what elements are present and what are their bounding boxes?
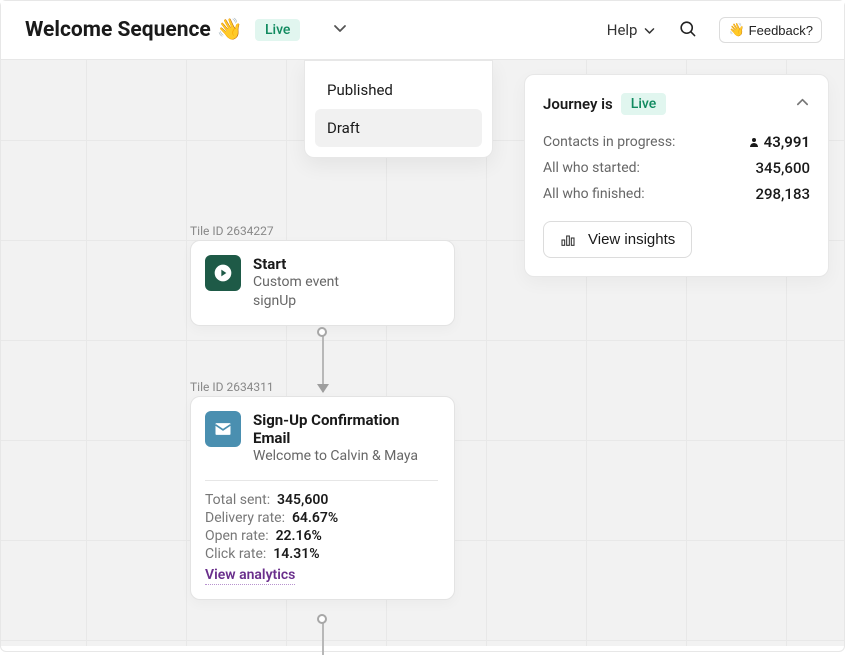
tile-email-title: Sign-Up Confirmation Email	[253, 411, 438, 447]
total-sent-value: 345,600	[277, 492, 328, 508]
click-value: 14.31%	[273, 546, 319, 562]
connector-dot	[317, 614, 327, 624]
tile-start-event: signUp	[253, 292, 339, 311]
search-icon[interactable]	[678, 19, 697, 42]
click-label: Click rate:	[205, 546, 266, 562]
open-label: Open rate:	[205, 528, 269, 544]
connector-line	[322, 615, 324, 655]
feedback-label: Feedback?	[749, 23, 813, 38]
divider	[205, 480, 438, 481]
wave-emoji: 👋	[728, 22, 744, 38]
contacts-label: Contacts in progress:	[543, 134, 675, 150]
journey-header: Journey is Live	[543, 93, 810, 115]
tile-start-subtitle: Custom event	[253, 273, 339, 292]
view-insights-button[interactable]: View insights	[543, 221, 692, 258]
tile-start[interactable]: Start Custom event signUp	[190, 240, 455, 326]
total-sent-label: Total sent:	[205, 492, 270, 508]
chevron-down-icon	[643, 24, 656, 37]
bar-chart-icon	[560, 232, 576, 248]
wave-emoji: 👋	[217, 18, 243, 42]
finished-label: All who finished:	[543, 186, 645, 202]
finished-value: 298,183	[755, 185, 810, 203]
journey-status-badge: Live	[621, 93, 666, 115]
feedback-button[interactable]: 👋 Feedback?	[719, 17, 822, 43]
journey-panel: Journey is Live Contacts in progress: 43…	[524, 74, 829, 277]
connector-line	[322, 328, 324, 392]
person-icon	[748, 136, 760, 148]
version-dropdown: Published Draft	[304, 60, 493, 158]
arrowhead-icon	[317, 384, 329, 393]
journey-label: Journey is	[543, 95, 613, 113]
mail-icon	[205, 411, 241, 447]
open-value: 22.16%	[276, 528, 322, 544]
play-icon	[205, 255, 241, 291]
dropdown-item-published[interactable]: Published	[315, 71, 482, 109]
tile-id-label: Tile ID 2634227	[190, 224, 274, 238]
tile-id-label: Tile ID 2634311	[190, 380, 274, 394]
started-label: All who started:	[543, 160, 640, 176]
help-label: Help	[607, 21, 638, 39]
chevron-up-icon[interactable]	[795, 95, 810, 114]
delivery-label: Delivery rate:	[205, 510, 285, 526]
contacts-value: 43,991	[764, 133, 810, 151]
tile-stats: Total sent: 345,600 Delivery rate: 64.67…	[205, 491, 438, 585]
started-value: 345,600	[755, 159, 810, 177]
title-text: Welcome Sequence	[25, 18, 211, 42]
header-right: Help 👋 Feedback?	[607, 17, 822, 43]
dropdown-item-draft[interactable]: Draft	[315, 109, 482, 147]
view-analytics-link[interactable]: View analytics	[205, 567, 295, 585]
tile-email[interactable]: Sign-Up Confirmation Email Welcome to Ca…	[190, 396, 455, 600]
tile-start-title: Start	[253, 255, 339, 273]
help-menu[interactable]: Help	[607, 21, 657, 39]
tile-email-subtitle: Welcome to Calvin & Maya	[253, 447, 438, 466]
app-header: Welcome Sequence 👋 Live Help 👋 Feedback?	[1, 1, 844, 60]
chevron-down-icon[interactable]	[332, 20, 348, 40]
header-left: Welcome Sequence 👋 Live	[25, 18, 348, 42]
insights-label: View insights	[588, 231, 675, 248]
page-title: Welcome Sequence 👋	[25, 18, 243, 42]
journey-canvas[interactable]: Published Draft Journey is Live Contacts…	[1, 60, 844, 646]
status-badge: Live	[255, 19, 300, 41]
connector-dot	[317, 327, 327, 337]
journey-stats: Contacts in progress: 43,991 All who sta…	[543, 129, 810, 207]
delivery-value: 64.67%	[292, 510, 338, 526]
